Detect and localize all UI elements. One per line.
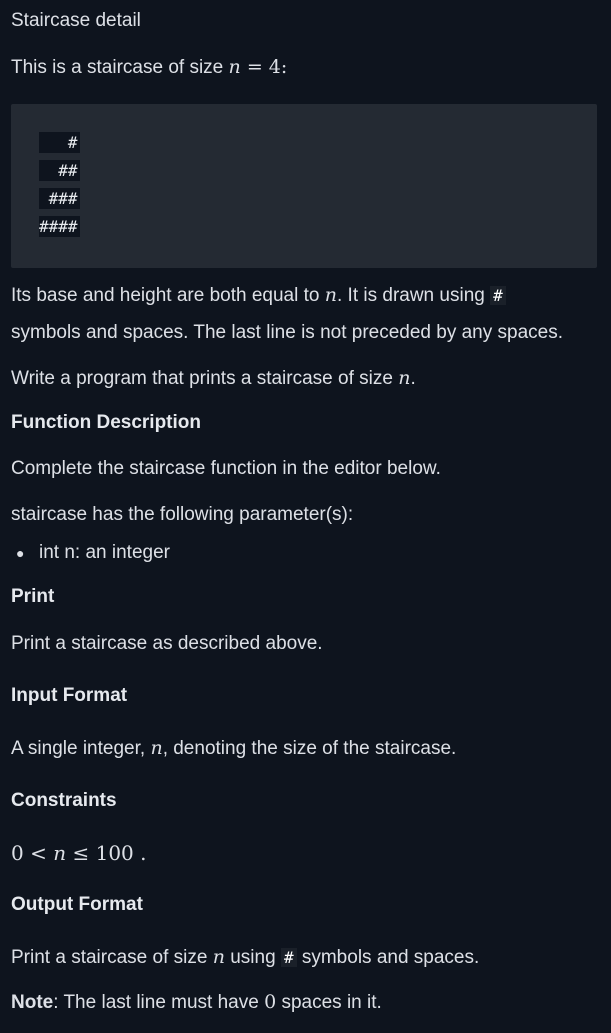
desc1-a: Its base and height are both equal to xyxy=(11,285,325,306)
description-line-2: symbols and spaces. The last line is not… xyxy=(11,322,564,343)
desc3-a: Write a program that prints a staircase … xyxy=(11,368,399,389)
c-zero: 0 xyxy=(11,841,24,865)
function-description-text: Complete the staircase function in the e… xyxy=(11,458,441,479)
output-format-heading: Output Format xyxy=(11,894,143,915)
params-intro: staircase has the following parameter(s)… xyxy=(11,504,354,525)
var-n: n xyxy=(228,56,241,78)
out-b: using xyxy=(224,947,281,968)
c-hundred: 100 xyxy=(95,841,134,865)
output-format-text: Print a staircase of size n using # symb… xyxy=(11,946,479,969)
note-label: Note xyxy=(11,992,54,1013)
out-c: symbols and spaces. xyxy=(296,947,480,968)
c-lt: < xyxy=(23,841,54,865)
param-item: int n: an integer xyxy=(39,542,170,563)
hash-code: # xyxy=(280,948,297,967)
description-line-1: Its base and height are both equal to n.… xyxy=(11,284,506,307)
intro-label: This is a staircase of size xyxy=(11,57,229,78)
c-end: . xyxy=(133,841,147,865)
stair-line-2: ## xyxy=(39,160,80,181)
var-n: n xyxy=(53,841,67,865)
constraints-text: 0 < n ≤ 100 . xyxy=(11,841,147,865)
input-b: , denoting the size of the staircase. xyxy=(162,738,457,759)
note-a: : The last line must have xyxy=(53,992,265,1013)
out-a: Print a staircase of size xyxy=(11,947,213,968)
description-line-3: Write a program that prints a staircase … xyxy=(11,367,416,390)
function-description-heading: Function Description xyxy=(11,412,201,433)
intro-text: This is a staircase of size n = 4: xyxy=(11,56,287,79)
print-heading: Print xyxy=(11,586,55,607)
desc3-b: . xyxy=(410,368,416,389)
var-n: n xyxy=(324,284,337,306)
var-n: n xyxy=(150,737,163,759)
stair-line-3: ### xyxy=(39,188,80,209)
page-title: Staircase detail xyxy=(11,10,141,31)
bullet-icon: ● xyxy=(16,545,25,561)
hash-code: # xyxy=(490,286,506,305)
input-format-text: A single integer, n, denoting the size o… xyxy=(11,737,456,760)
print-text: Print a staircase as described above. xyxy=(11,633,323,654)
desc1-b: . It is drawn using xyxy=(336,285,491,306)
intro-eq: = 4: xyxy=(240,56,288,78)
stair-line-1: # xyxy=(39,132,80,153)
note-text: Note: The last line must have 0 spaces i… xyxy=(11,991,382,1014)
note-zero: 0 xyxy=(264,991,277,1013)
input-a: A single integer, xyxy=(11,738,151,759)
stair-line-4: #### xyxy=(39,216,80,237)
var-n: n xyxy=(212,946,225,968)
var-n: n xyxy=(398,367,411,389)
note-b: spaces in it. xyxy=(276,992,382,1013)
c-le: ≤ xyxy=(66,841,96,865)
example-code-block: # ## ### #### xyxy=(11,104,597,268)
input-format-heading: Input Format xyxy=(11,685,128,706)
constraints-heading: Constraints xyxy=(11,790,117,811)
